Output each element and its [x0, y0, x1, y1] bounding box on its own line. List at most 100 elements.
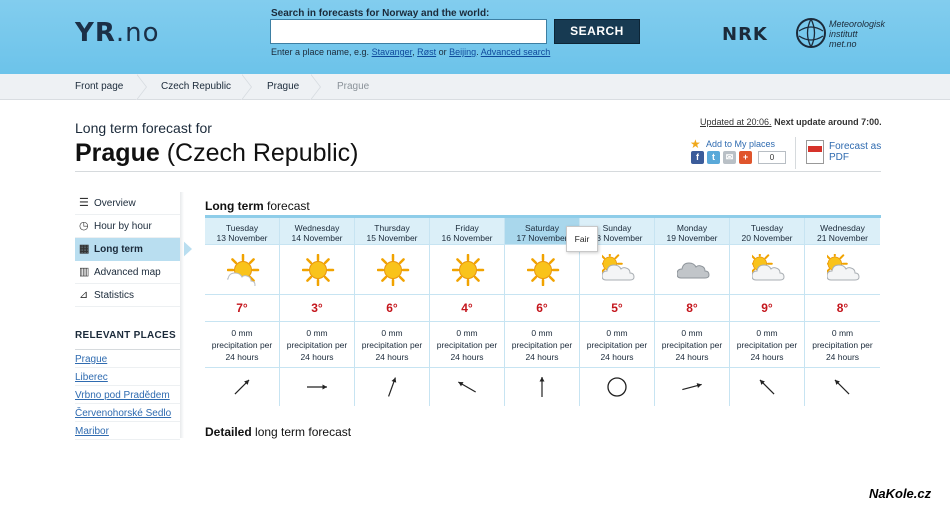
- partly-sunny-icon[interactable]: [205, 245, 279, 295]
- day-header: Tuesday 13 November: [205, 218, 279, 245]
- sidebar-shadow: [180, 192, 184, 438]
- day-name: Wednesday: [820, 223, 865, 233]
- cloud-icon[interactable]: [655, 245, 729, 295]
- temperature: 6°: [505, 295, 579, 322]
- example-link-stavanger[interactable]: Stavanger: [372, 47, 413, 57]
- nav-long-term[interactable]: ▦ Long term: [75, 238, 192, 261]
- search-button[interactable]: SEARCH: [554, 19, 640, 44]
- wind-direction-arrow-icon[interactable]: [505, 368, 579, 404]
- wind-direction-arrow-icon[interactable]: [805, 368, 880, 404]
- wind-direction-arrow-icon[interactable]: [205, 368, 279, 404]
- sun-icon[interactable]: [280, 245, 354, 295]
- relevant-place-link[interactable]: Maribor: [75, 422, 180, 440]
- forecast-day-column: Tuesday 13 November 7° 0 mm precipitation pe…: [205, 218, 280, 406]
- temperature: 3°: [280, 295, 354, 322]
- list-icon: ☰: [79, 197, 89, 209]
- day-name: Monday: [676, 223, 708, 233]
- day-date: 16 November: [441, 233, 493, 243]
- day-name: Tuesday: [750, 223, 784, 233]
- yr-logo[interactable]: YR.no: [75, 18, 160, 48]
- nrk-logo[interactable]: NRK: [722, 24, 768, 45]
- advanced-search-link[interactable]: Advanced search: [481, 47, 551, 57]
- relevant-places-heading: RELEVANT PLACES: [75, 330, 176, 341]
- example-link-beijing[interactable]: Beijing: [449, 47, 476, 57]
- met-logo-text[interactable]: Meteorologisk institutt met.no: [829, 19, 885, 49]
- day-date: 21 November: [816, 233, 869, 243]
- side-navigation: ☰ Overview ◷ Hour by hour ▦ Long term ▥ Adva…: [75, 192, 192, 307]
- wind-direction-arrow-icon[interactable]: [655, 368, 729, 404]
- site-header: YR.no Search in forecasts for Norway and…: [0, 0, 950, 74]
- share-count: 0: [758, 151, 786, 164]
- sun-icon[interactable]: [430, 245, 504, 295]
- share-buttons: f t ✉ +: [691, 151, 752, 164]
- met-globe-icon[interactable]: [795, 17, 827, 49]
- add-to-my-places-link[interactable]: Add to My places: [706, 139, 775, 149]
- chart-icon: ⊿: [79, 289, 89, 301]
- day-name: Thursday: [374, 223, 410, 233]
- wind-direction-arrow-icon[interactable]: [280, 368, 354, 404]
- precipitation: 0 mm precipitation per 24 hours: [505, 322, 579, 368]
- day-date: 19 November: [666, 233, 718, 243]
- day-name: Tuesday: [225, 223, 259, 233]
- forecast-day-column: Wednesday 21 November 8° 0 mm precipitation …: [805, 218, 880, 406]
- map-icon: ▥: [79, 266, 90, 278]
- search-hint: Enter a place name, e.g. Stavanger, Røst…: [271, 47, 551, 57]
- relevant-place-link[interactable]: Červenohorské Sedlo: [75, 404, 180, 422]
- search-label: Search in forecasts for Norway and the w…: [271, 8, 490, 19]
- wind-direction-arrow-icon[interactable]: [430, 368, 504, 404]
- temperature: 9°: [730, 295, 804, 322]
- temperature: 4°: [430, 295, 504, 322]
- precipitation: 0 mm precipitation per 24 hours: [655, 322, 729, 368]
- watermark: NaKole.cz: [869, 486, 932, 501]
- page-title: Prague (Czech Republic): [75, 139, 359, 167]
- breadcrumb-czech-republic[interactable]: Czech Republic: [161, 74, 231, 100]
- wind-direction-arrow-icon[interactable]: [355, 368, 429, 404]
- facebook-icon[interactable]: f: [691, 151, 704, 164]
- forecast-pdf-link[interactable]: Forecast as PDF: [829, 141, 881, 163]
- sun-cloud-icon[interactable]: [730, 245, 804, 295]
- star-icon[interactable]: ★: [690, 137, 701, 151]
- precipitation: 0 mm precipitation per 24 hours: [805, 322, 880, 368]
- day-header: Wednesday 14 November: [280, 218, 354, 245]
- pdf-icon[interactable]: [806, 140, 824, 164]
- forecast-day-column: Wednesday 14 November 3° 0 mm precipitation …: [280, 218, 355, 406]
- detailed-forecast-heading: Detailed long term forecast: [205, 425, 352, 439]
- example-link-rost[interactable]: Røst: [417, 47, 436, 57]
- temperature: 7°: [205, 295, 279, 322]
- nav-hour-by-hour[interactable]: ◷ Hour by hour: [75, 215, 180, 238]
- clock-icon: ◷: [79, 220, 89, 232]
- precipitation: 0 mm precipitation per 24 hours: [205, 322, 279, 368]
- share-plus-icon[interactable]: +: [739, 151, 752, 164]
- sun-icon[interactable]: [505, 245, 579, 295]
- breadcrumb-prague[interactable]: Prague: [267, 74, 299, 100]
- breadcrumb-front-page[interactable]: Front page: [75, 74, 123, 100]
- relevant-place-link[interactable]: Prague: [75, 350, 180, 368]
- page-subtitle: Long term forecast for: [75, 120, 212, 136]
- precipitation: 0 mm precipitation per 24 hours: [280, 322, 354, 368]
- calendar-icon: ▦: [79, 243, 90, 255]
- sun-icon[interactable]: [355, 245, 429, 295]
- day-header: Thursday 15 November: [355, 218, 429, 245]
- day-header: Tuesday 20 November: [730, 218, 804, 245]
- sun-cloud-icon[interactable]: [580, 245, 654, 295]
- relevant-place-link[interactable]: Vrbno pod Pradědem: [75, 386, 180, 404]
- breadcrumb-separator: [241, 74, 252, 100]
- day-header: Monday 19 November: [655, 218, 729, 245]
- email-icon[interactable]: ✉: [723, 151, 736, 164]
- sun-cloud-icon[interactable]: [805, 245, 880, 295]
- divider: [75, 171, 881, 172]
- twitter-icon[interactable]: t: [707, 151, 720, 164]
- relevant-place-link[interactable]: Liberec: [75, 368, 180, 386]
- precipitation: 0 mm precipitation per 24 hours: [580, 322, 654, 368]
- forecast-day-column: Monday 19 November 8° 0 mm precipitation per…: [655, 218, 730, 406]
- day-header: Friday 16 November: [430, 218, 504, 245]
- nav-statistics[interactable]: ⊿ Statistics: [75, 284, 180, 307]
- breadcrumb-separator: [310, 74, 321, 100]
- nav-advanced-map[interactable]: ▥ Advanced map: [75, 261, 180, 284]
- nav-overview[interactable]: ☰ Overview: [75, 192, 180, 215]
- calm-wind-icon[interactable]: [580, 368, 654, 404]
- wind-direction-arrow-icon[interactable]: [730, 368, 804, 404]
- day-date: 15 November: [366, 233, 418, 243]
- search-input[interactable]: [270, 19, 547, 44]
- precipitation: 0 mm precipitation per 24 hours: [430, 322, 504, 368]
